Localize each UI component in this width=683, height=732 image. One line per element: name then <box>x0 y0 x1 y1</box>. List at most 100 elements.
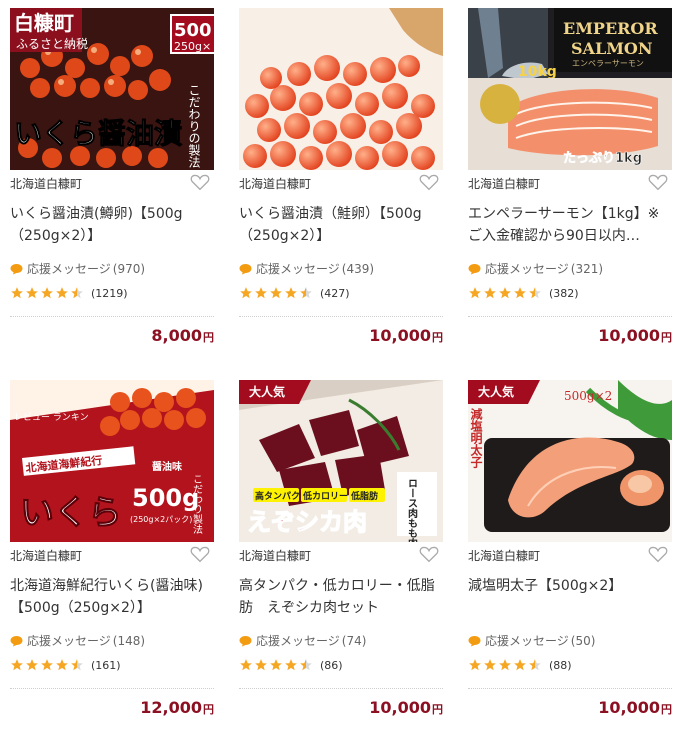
price: 10,000円 <box>598 326 672 345</box>
image-text: 醤油味 <box>152 460 182 473</box>
product-card[interactable]: 北海道白糠町 いくら醤油漬（鮭卵）【500g（250g×2）】 応援メッセージ … <box>239 8 443 348</box>
product-title[interactable]: エンペラーサーモン【1kg】※ご入金確認から90日以内… <box>468 203 672 247</box>
image-text: エンペラーサーモン <box>572 59 644 68</box>
support-message-link[interactable]: 応援メッセージ (50) <box>468 632 595 649</box>
speech-bubble-icon <box>10 635 23 646</box>
star-icon <box>41 287 53 299</box>
star-icon <box>270 287 282 299</box>
municipality-label[interactable]: 北海道白糠町 <box>239 547 311 564</box>
rating-stars: (382) <box>468 286 579 300</box>
review-count: (427) <box>320 286 350 300</box>
favorite-heart-icon[interactable] <box>419 545 439 563</box>
star-icon <box>300 659 312 671</box>
product-title[interactable]: 高タンパク・低カロリー・低脂肪 えぞシカ肉セット <box>239 575 443 619</box>
currency-label: 円 <box>661 331 672 344</box>
image-text: EMPEROR <box>563 19 658 38</box>
product-title[interactable]: 減塩明太子【500g×2】 <box>468 575 672 597</box>
star-icon <box>484 659 496 671</box>
price-amount: 12,000 <box>140 698 202 717</box>
divider <box>239 688 443 689</box>
image-text: ロース肉もも肉セット <box>406 478 418 542</box>
star-icon <box>270 659 282 671</box>
review-count: (161) <box>91 658 121 672</box>
product-image[interactable] <box>239 8 443 170</box>
price: 10,000円 <box>369 698 443 717</box>
favorite-heart-icon[interactable] <box>190 545 210 563</box>
currency-label: 円 <box>661 703 672 716</box>
product-grid: 白糠町 ふるさと納税 500 250g× こだわりの製法 いくら醤油漬 北海道白… <box>0 0 683 732</box>
review-count: (88) <box>549 658 572 672</box>
rating-stars: (88) <box>468 658 572 672</box>
support-message-label: 応援メッセージ <box>27 634 111 648</box>
star-icon <box>26 659 38 671</box>
product-card[interactable]: 高タンパク 低カロリー 低脂肪 えぞシカ肉 ロース肉もも肉セット 大人気 北海道… <box>239 380 443 720</box>
image-text: いくら <box>20 493 122 533</box>
star-icon <box>514 287 526 299</box>
star-icon <box>56 287 68 299</box>
star-icon <box>499 659 511 671</box>
price-amount: 10,000 <box>598 326 660 345</box>
support-message-label: 応援メッセージ <box>256 262 340 276</box>
municipality-label[interactable]: 北海道白糠町 <box>10 175 82 192</box>
price-amount: 10,000 <box>598 698 660 717</box>
municipality-label[interactable]: 北海道白糠町 <box>468 175 540 192</box>
image-text: SALMON <box>571 39 653 58</box>
product-image[interactable]: EMPEROR SALMON エンペラーサーモン 10kg たっぷり1kg <box>468 8 672 170</box>
support-message-link[interactable]: 応援メッセージ (321) <box>468 260 603 277</box>
star-icon <box>26 287 38 299</box>
image-text: 白糠町 <box>14 11 74 35</box>
image-text: えぞシカ肉 <box>247 508 367 536</box>
star-icon <box>285 287 297 299</box>
star-icon <box>240 287 252 299</box>
star-icon <box>514 659 526 671</box>
product-title[interactable]: 北海道海鮮紀行いくら(醤油味)【500g（250g×2）】 <box>10 575 214 619</box>
image-text: 低カロリー <box>302 490 348 502</box>
star-icon <box>11 659 23 671</box>
support-message-count: (50) <box>570 633 596 648</box>
speech-bubble-icon <box>239 263 252 274</box>
image-text: 250g× <box>174 40 211 53</box>
review-count: (1219) <box>91 286 128 300</box>
speech-bubble-icon <box>468 263 481 274</box>
product-image[interactable]: 減塩明太子 500g×2 大人気 <box>468 380 672 542</box>
support-message-link[interactable]: 応援メッセージ (148) <box>10 632 145 649</box>
review-count: (382) <box>549 286 579 300</box>
support-message-link[interactable]: 応援メッセージ (970) <box>10 260 145 277</box>
support-message-label: 応援メッセージ <box>485 262 569 276</box>
product-image[interactable]: 高タンパク 低カロリー 低脂肪 えぞシカ肉 ロース肉もも肉セット 大人気 <box>239 380 443 542</box>
divider <box>239 316 443 317</box>
product-title[interactable]: いくら醤油漬(鱒卵)【500g（250g×2）】 <box>10 203 214 247</box>
support-message-link[interactable]: 応援メッセージ (74) <box>239 632 366 649</box>
rating-stars: (161) <box>10 658 121 672</box>
product-card[interactable]: レビュー ランキン 北海道海鮮紀行 醤油味 500g (250g×2パック) い… <box>10 380 214 720</box>
star-icon <box>529 659 541 671</box>
product-title[interactable]: いくら醤油漬（鮭卵）【500g（250g×2）】 <box>239 203 443 247</box>
image-text: 減塩明太子 <box>469 407 483 469</box>
support-message-count: (321) <box>570 261 604 276</box>
favorite-heart-icon[interactable] <box>648 545 668 563</box>
currency-label: 円 <box>203 703 214 716</box>
image-text: 10kg <box>518 64 557 80</box>
favorite-heart-icon[interactable] <box>190 173 210 191</box>
image-text: こだわりの製法 <box>187 84 201 168</box>
image-text: いくら醤油漬 <box>14 117 182 150</box>
star-icon <box>484 287 496 299</box>
product-card[interactable]: EMPEROR SALMON エンペラーサーモン 10kg たっぷり1kg 北海… <box>468 8 672 348</box>
image-text: 高タンパク <box>255 490 300 502</box>
support-message-link[interactable]: 応援メッセージ (439) <box>239 260 374 277</box>
favorite-heart-icon[interactable] <box>648 173 668 191</box>
product-image[interactable]: 白糠町 ふるさと納税 500 250g× こだわりの製法 いくら醤油漬 <box>10 8 214 170</box>
star-icon <box>285 659 297 671</box>
municipality-label[interactable]: 北海道白糠町 <box>239 175 311 192</box>
star-icon <box>255 659 267 671</box>
municipality-label[interactable]: 北海道白糠町 <box>468 547 540 564</box>
price: 10,000円 <box>598 698 672 717</box>
star-icon <box>469 287 481 299</box>
favorite-heart-icon[interactable] <box>419 173 439 191</box>
currency-label: 円 <box>432 331 443 344</box>
product-card[interactable]: 白糠町 ふるさと納税 500 250g× こだわりの製法 いくら醤油漬 北海道白… <box>10 8 214 348</box>
image-text: ふるさと納税 <box>16 37 88 51</box>
product-card[interactable]: 減塩明太子 500g×2 大人気 北海道白糠町 減塩明太子【500g×2】 応援… <box>468 380 672 720</box>
municipality-label[interactable]: 北海道白糠町 <box>10 547 82 564</box>
product-image[interactable]: レビュー ランキン 北海道海鮮紀行 醤油味 500g (250g×2パック) い… <box>10 380 214 542</box>
